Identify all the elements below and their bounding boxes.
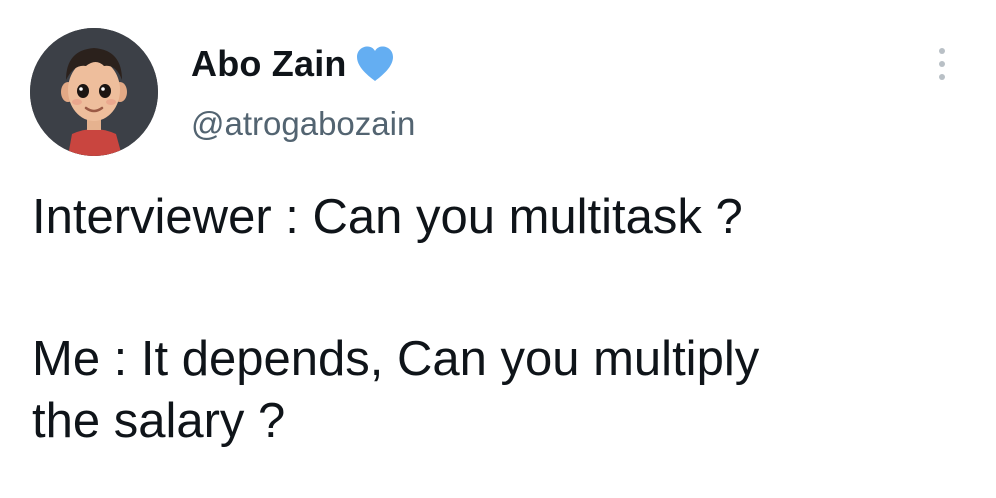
tweet-card: Abo Zain @atrogabozain Interviewer : Can… [0,0,996,498]
more-options-dot [939,48,945,54]
more-options-icon[interactable] [930,44,954,84]
display-name[interactable]: Abo Zain [191,42,347,86]
more-options-dot [939,61,945,67]
tweet-text: Interviewer : Can you multitask ? Me : I… [32,186,962,452]
author-name-row: Abo Zain [191,42,395,86]
blue-heart-icon [355,45,395,83]
tweet-line-answer: Me : It depends, Can you multiply the sa… [32,332,760,448]
avatar-image [30,28,158,156]
author-handle[interactable]: @atrogabozain [191,104,415,144]
avatar[interactable] [30,28,158,156]
more-options-dot [939,74,945,80]
tweet-line-question: Interviewer : Can you multitask ? [32,190,743,244]
